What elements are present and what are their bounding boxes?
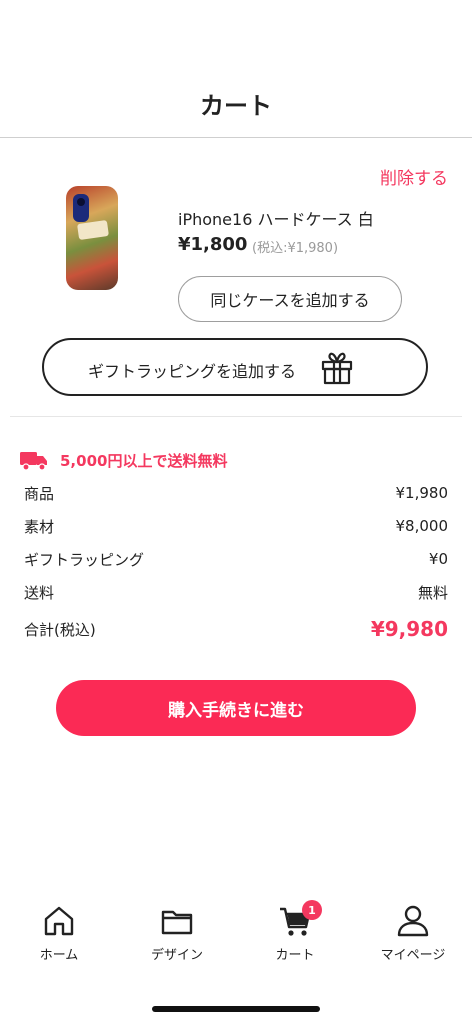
product-price-tax: (税込:¥1,980) <box>252 241 339 256</box>
section-divider <box>10 416 462 417</box>
summary-label: ギフトラッピング <box>24 550 145 569</box>
app-header: カート <box>0 0 472 138</box>
summary-value: ¥0 <box>428 550 448 568</box>
free-shipping-text: 5,000円以上で送料無料 <box>60 452 228 470</box>
camera-icon <box>73 194 89 222</box>
summary-row-gift: ギフトラッピング ¥0 <box>24 547 448 571</box>
thumbnail-design-label <box>77 219 109 241</box>
total-value: ¥9,980 <box>370 617 448 641</box>
summary-row-material: 素材 ¥8,000 <box>24 514 448 538</box>
total-label: 合計(税込) <box>24 620 96 639</box>
summary-value: ¥1,980 <box>395 484 449 502</box>
summary-row-shipping: 送料 無料 <box>24 580 448 604</box>
summary-label: 送料 <box>24 583 55 602</box>
tab-label: マイページ <box>380 948 446 963</box>
summary-row-product: 商品 ¥1,980 <box>24 481 448 505</box>
summary-label: 素材 <box>24 517 55 536</box>
checkout-button[interactable]: 購入手続きに進む <box>56 680 416 736</box>
summary-value: ¥8,000 <box>395 517 449 535</box>
product-price: ¥1,800 <box>178 234 248 255</box>
tab-mypage[interactable]: マイページ <box>354 900 472 972</box>
cart-count-badge: 1 <box>302 900 322 920</box>
gift-icon <box>321 352 353 385</box>
folder-icon <box>161 910 193 935</box>
add-gift-wrapping-button[interactable]: ギフトラッピングを追加する <box>42 338 428 396</box>
tab-home[interactable]: ホーム <box>0 900 118 972</box>
free-shipping-notice: 5,000円以上で送料無料 <box>20 450 227 471</box>
tab-label: デザイン <box>150 948 203 963</box>
product-name: iPhone16 ハードケース 白 <box>178 210 374 229</box>
gift-wrapping-label: ギフトラッピングを追加する <box>88 362 297 381</box>
summary-row-total: 合計(税込) ¥9,980 <box>24 617 448 641</box>
summary-value: 無料 <box>417 583 448 602</box>
home-indicator[interactable] <box>152 1006 320 1012</box>
product-thumbnail <box>66 186 118 290</box>
bottom-tab-bar: ホーム デザイン 1 カート マイページ <box>0 900 472 980</box>
summary-label: 商品 <box>24 484 55 503</box>
tab-label: ホーム <box>39 948 79 963</box>
delete-item-link[interactable]: 削除する <box>380 164 448 189</box>
add-same-case-button[interactable]: 同じケースを追加する <box>178 276 402 322</box>
tab-design[interactable]: デザイン <box>118 900 236 972</box>
truck-icon <box>20 451 47 471</box>
home-icon <box>44 906 74 936</box>
page-title: カート <box>200 92 272 120</box>
user-icon <box>397 905 429 937</box>
tab-cart[interactable]: 1 カート <box>236 900 354 972</box>
tab-label: カート <box>275 948 315 963</box>
